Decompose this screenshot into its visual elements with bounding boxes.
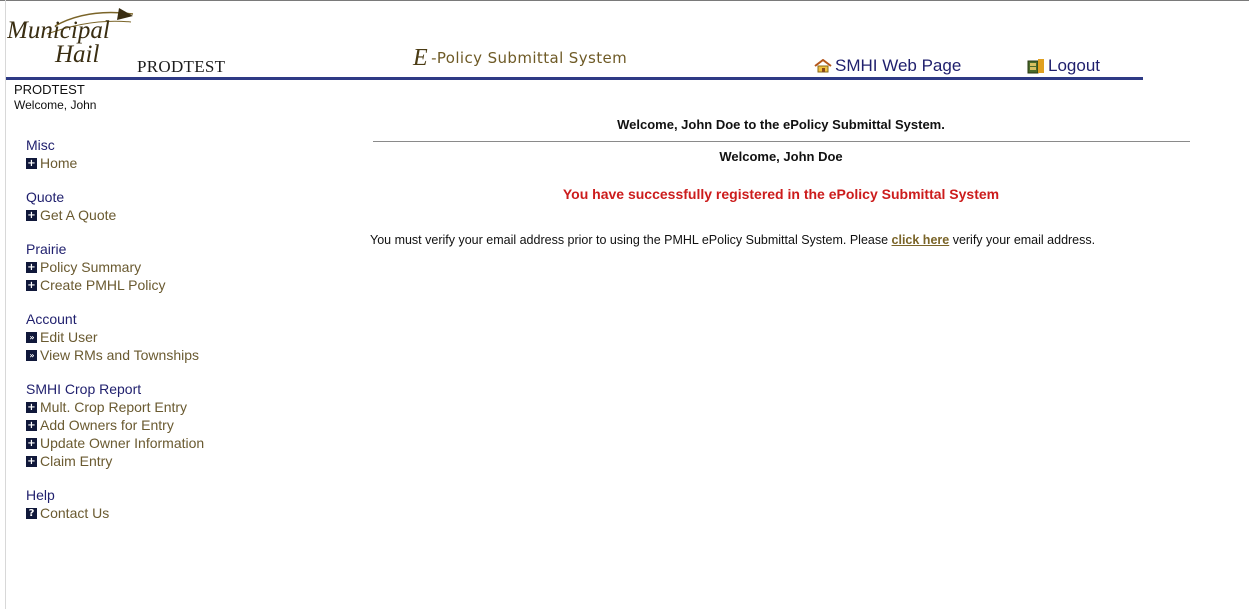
- nav-group-title: SMHI Crop Report: [26, 381, 142, 397]
- nav-item-label: Update Owner Information: [40, 435, 205, 451]
- nav-group-title: Quote: [26, 189, 65, 205]
- nav-item-policy-summary[interactable]: + Policy Summary: [26, 258, 286, 276]
- nav-group-title: Help: [26, 487, 55, 503]
- nav-group-title: Prairie: [26, 241, 67, 257]
- verify-email-link[interactable]: click here: [892, 233, 950, 247]
- nav-group-help: Help ? Contact Us: [26, 487, 286, 522]
- plus-icon: +: [26, 279, 37, 291]
- nav-item-edit-user[interactable]: » Edit User: [26, 328, 286, 346]
- system-title-text: -Policy Submittal System: [431, 49, 628, 67]
- nav-item-claim-entry[interactable]: + Claim Entry: [26, 452, 286, 470]
- sidebar-nav: Misc + Home Quote + Get A Quote Prairie + P…: [26, 137, 286, 539]
- success-message: You have successfully registered in the …: [562, 186, 1000, 202]
- svg-text:Municipal: Municipal: [7, 17, 110, 44]
- nav-item-label: Home: [40, 155, 78, 171]
- nav-group-misc: Misc + Home: [26, 137, 286, 172]
- welcome-subheading: Welcome, John Doe: [719, 149, 843, 164]
- system-title: E -Policy Submittal System: [413, 45, 627, 72]
- nav-group-account: Account » Edit User » View RMs and Townshi…: [26, 311, 286, 364]
- verify-text-after: verify your email address.: [949, 233, 1096, 247]
- nav-item-view-rms-and-townships[interactable]: » View RMs and Townships: [26, 346, 286, 364]
- logout-link[interactable]: Logout: [1027, 56, 1100, 76]
- smhi-web-page-link[interactable]: SMHI Web Page: [814, 56, 961, 76]
- sidebar-environment: PRODTEST: [14, 82, 85, 97]
- nav-item-get-a-quote[interactable]: + Get A Quote: [26, 206, 286, 224]
- left-border: [5, 0, 6, 609]
- nav-item-label: Add Owners for Entry: [40, 417, 174, 433]
- plus-icon: +: [26, 401, 37, 413]
- nav-item-label: Policy Summary: [40, 259, 142, 275]
- verify-text-before: You must verify your email address prior…: [370, 233, 892, 247]
- nav-item-contact-us[interactable]: ? Contact Us: [26, 504, 286, 522]
- nav-item-label: Mult. Crop Report Entry: [40, 399, 188, 415]
- verify-email-notice: You must verify your email address prior…: [370, 233, 1245, 247]
- plus-icon: +: [26, 437, 37, 449]
- logout-icon: [1027, 58, 1045, 74]
- plus-icon: +: [26, 455, 37, 467]
- municipal-hail-logo: Municipal Hail: [7, 4, 135, 76]
- svg-text:Hail: Hail: [54, 41, 100, 68]
- nav-item-create-pmhl-policy[interactable]: + Create PMHL Policy: [26, 276, 286, 294]
- page-title: Welcome, John Doe to the ePolicy Submitt…: [617, 117, 945, 132]
- nav-item-add-owners-for-entry[interactable]: + Add Owners for Entry: [26, 416, 286, 434]
- nav-group-title: Misc: [26, 137, 55, 153]
- double-arrow-icon: »: [26, 349, 37, 361]
- plus-icon: +: [26, 419, 37, 431]
- nav-item-mult-crop-report-entry[interactable]: + Mult. Crop Report Entry: [26, 398, 286, 416]
- nav-group-prairie: Prairie + Policy Summary + Create PMHL Pol…: [26, 241, 286, 294]
- smhi-web-page-label: SMHI Web Page: [835, 56, 962, 75]
- sidebar-welcome: Welcome, John: [14, 98, 97, 112]
- plus-icon: +: [26, 261, 37, 273]
- nav-item-label: Create PMHL Policy: [40, 277, 166, 293]
- nav-item-update-owner-information[interactable]: + Update Owner Information: [26, 434, 286, 452]
- nav-item-label: Contact Us: [40, 505, 110, 521]
- nav-item-label: Claim Entry: [40, 453, 113, 469]
- environment-label: PRODTEST: [137, 57, 226, 76]
- plus-icon: +: [26, 157, 37, 169]
- nav-item-label: Get A Quote: [40, 207, 117, 223]
- header-divider: [6, 77, 1143, 80]
- nav-group-quote: Quote + Get A Quote: [26, 189, 286, 224]
- nav-item-label: View RMs and Townships: [40, 347, 200, 363]
- nav-group-title: Account: [26, 311, 77, 327]
- home-icon: [814, 59, 832, 73]
- plus-icon: +: [26, 209, 37, 221]
- system-title-e-letter: E: [413, 45, 429, 71]
- question-icon: ?: [26, 507, 37, 519]
- nav-item-home[interactable]: + Home: [26, 154, 286, 172]
- content-divider: [373, 141, 1190, 142]
- nav-group-smhi-crop-report: SMHI Crop Report + Mult. Crop Report Entr…: [26, 381, 286, 470]
- double-arrow-icon: »: [26, 331, 37, 343]
- logout-label: Logout: [1048, 56, 1100, 75]
- top-border: [0, 0, 1249, 1]
- nav-item-label: Edit User: [40, 329, 98, 345]
